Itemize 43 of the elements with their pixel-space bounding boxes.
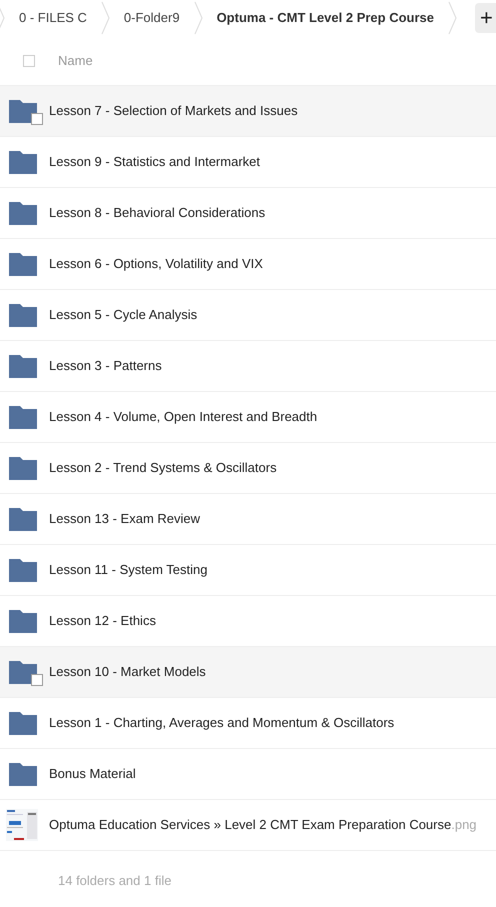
file-name: Lesson 13 - Exam Review [49, 510, 200, 528]
breadcrumb-link[interactable]: Optuma - CMT Level 2 Prep Course [202, 8, 448, 28]
breadcrumb-link[interactable]: 0-Folder9 [110, 8, 194, 28]
folder-icon [9, 252, 37, 276]
file-name: Lesson 11 - System Testing [49, 561, 208, 580]
select-all-checkbox[interactable] [23, 54, 35, 66]
folder-icon [9, 507, 37, 531]
file-name: Lesson 3 - Patterns [49, 357, 162, 376]
folder-icon [9, 711, 37, 735]
folder-icon [9, 609, 37, 633]
file-name: Lesson 6 - Options, Volatility and VIX [49, 255, 263, 274]
breadcrumb-link[interactable]: 0 - FILES C [5, 8, 101, 28]
folder-icon [9, 354, 37, 378]
file-name: Lesson 7 - Selection of Markets and Issues [49, 102, 298, 120]
file-name: Lesson 2 - Trend Systems & Oscillators [49, 459, 277, 478]
file-name: Bonus Material [49, 765, 136, 784]
folder-icon [9, 405, 37, 429]
folder-icon [9, 99, 37, 123]
new-button[interactable]: + [475, 3, 496, 33]
file-row[interactable]: Lesson 7 - Selection of Markets and Issues [0, 86, 496, 137]
file-name: Optuma Education Services » Level 2 CMT Exam Preparation Course [49, 816, 452, 834]
folder-icon [9, 150, 37, 174]
folder-icon [9, 303, 37, 327]
file-extension: .png [451, 816, 477, 834]
file-name: Lesson 1 - Charting, Averages and Momentum & Oscillators [49, 714, 394, 732]
chevron-icon [448, 1, 457, 35]
folder-icon [9, 456, 37, 480]
checkbox[interactable] [31, 674, 43, 686]
chevron-icon [194, 1, 203, 35]
checkbox[interactable] [31, 113, 43, 125]
folder-icon [9, 660, 37, 684]
file-name: Lesson 12 - Ethics [49, 612, 156, 630]
summary-text: 14 folders and 1 file [58, 872, 172, 890]
folder-icon [9, 558, 37, 582]
file-name: Lesson 9 - Statistics and Intermarket [49, 153, 260, 172]
file-name: Lesson 10 - Market Models [49, 663, 206, 682]
file-row[interactable]: Lesson 10 - Market Models [0, 647, 496, 698]
file-name: Lesson 5 - Cycle Analysis [49, 306, 198, 324]
folder-icon [9, 201, 37, 225]
file-name: Lesson 4 - Volume, Open Interest and Breadth [49, 408, 318, 426]
chevron-icon [100, 1, 110, 35]
folder-icon [9, 762, 37, 786]
file-name: Lesson 8 - Behavioral Considerations [49, 204, 266, 222]
